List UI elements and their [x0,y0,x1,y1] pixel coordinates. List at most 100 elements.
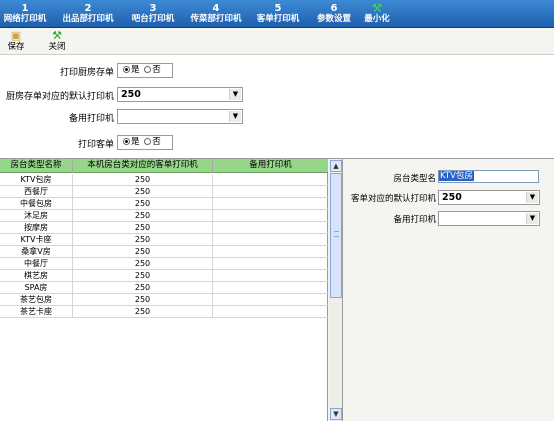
table-cell[interactable]: SPA房 [0,282,73,293]
chevron-down-icon[interactable]: ▼ [526,192,538,203]
table-cell[interactable]: 茶艺包房 [0,294,73,305]
chevron-down-icon[interactable]: ▼ [526,213,538,224]
chevron-down-icon[interactable]: ▼ [229,89,241,100]
radio-yes[interactable] [123,138,130,145]
tab-parameter-settings[interactable]: 6 参数设置 [311,0,357,28]
table-cell[interactable]: 250 [73,270,213,281]
table-row[interactable]: 中餐包房 250 [0,198,328,210]
tab-label: 吧台打印机 [131,14,175,24]
tab-production-printer[interactable]: 2 出品部打印机 [56,0,120,28]
radio-no-label: 否 [152,137,161,147]
tab-network-printer[interactable]: 1 网络打印机 [0,0,50,28]
table-cell[interactable] [213,306,328,317]
table-cell[interactable] [213,282,328,293]
kitchen-default-printer-select[interactable]: 250 ▼ [117,87,243,102]
tab-customer-printer[interactable]: 5 客单打印机 [250,0,306,28]
tab-label: 传菜部打印机 [190,14,242,24]
radio-yes-label: 是 [131,65,140,75]
table-cell[interactable]: 桑拿V房 [0,246,73,257]
room-type-name-value: KTV包房 [439,171,474,181]
table-cell[interactable]: 棋艺房 [0,270,73,281]
close-icon: ⚒ [52,29,62,42]
print-kitchen-label: 打印厨房存单 [59,68,114,78]
grid-scrollbar[interactable]: ▲ ▼ [329,159,343,421]
table-cell[interactable]: 250 [73,234,213,245]
table-cell[interactable]: 250 [73,186,213,197]
table-cell[interactable]: 250 [73,306,213,317]
select-value: 250 [442,192,462,203]
table-row[interactable]: 棋艺房 250 [0,270,328,282]
table-cell[interactable] [213,198,328,209]
scroll-thumb[interactable] [330,173,342,298]
table-cell[interactable] [213,258,328,269]
table-cell[interactable]: 茶艺卡座 [0,306,73,317]
table-cell[interactable] [213,210,328,221]
save-disk-icon: ▣ [10,29,22,42]
column-header[interactable]: 房台类型名称 [0,159,73,173]
table-cell[interactable]: 250 [73,210,213,221]
table-cell[interactable]: 250 [73,294,213,305]
table-cell[interactable]: 250 [73,174,213,185]
radio-no-label: 否 [152,65,161,75]
print-customer-label: 打印客单 [77,140,114,150]
table-cell[interactable]: 中餐包房 [0,198,73,209]
table-cell[interactable] [213,234,328,245]
table-cell[interactable]: 250 [73,258,213,269]
scroll-down-icon[interactable]: ▼ [330,408,342,420]
table-cell[interactable]: 250 [73,198,213,209]
table-cell[interactable]: 西餐厅 [0,186,73,197]
table-row[interactable]: KTV卡座 250 [0,234,328,246]
backup-printer-select[interactable]: ▼ [117,109,243,124]
table-cell[interactable]: 中餐厅 [0,258,73,269]
table-cell[interactable]: 250 [73,246,213,257]
table-cell[interactable] [213,294,328,305]
toolbar: ▣ 保存 ⚒ 关闭 [0,28,554,55]
table-row[interactable]: 西餐厅 250 [0,186,328,198]
tab-bar-printer[interactable]: 3 吧台打印机 [124,0,182,28]
chevron-down-icon[interactable]: ▼ [229,111,241,122]
save-button[interactable]: ▣ 保存 [3,30,29,53]
table-row[interactable]: 桑拿V房 250 [0,246,328,258]
tab-serving-printer[interactable]: 4 传菜部打印机 [184,0,248,28]
scroll-up-icon[interactable]: ▲ [330,160,342,172]
table-cell[interactable]: 按摩房 [0,222,73,233]
table-cell[interactable] [213,186,328,197]
table-cell[interactable] [213,246,328,257]
column-header[interactable]: 本机房台类对应的客单打印机 [73,159,213,173]
grid-header: 房台类型名称 本机房台类对应的客单打印机 备用打印机 [0,159,328,173]
table-cell[interactable]: KTV包房 [0,174,73,185]
radio-no[interactable] [144,138,152,145]
table-cell[interactable] [213,270,328,281]
tab-number: 4 [212,3,220,14]
table-row[interactable]: 沐足房 250 [0,210,328,222]
table-row[interactable]: 茶艺卡座 250 [0,306,328,318]
tab-number: 2 [84,3,92,14]
table-cell[interactable]: 250 [73,282,213,293]
customer-default-printer-select[interactable]: 250 ▼ [438,190,540,205]
table-row[interactable]: 中餐厅 250 [0,258,328,270]
tab-number: 5 [274,3,282,14]
table-row[interactable]: 按摩房 250 [0,222,328,234]
table-row[interactable]: 茶艺包房 250 [0,294,328,306]
column-header[interactable]: 备用打印机 [213,159,328,173]
room-type-name-input[interactable]: KTV包房 [438,170,539,183]
detail-backup-printer-select[interactable]: ▼ [438,211,540,226]
table-row[interactable]: SPA房 250 [0,282,328,294]
select-value: 250 [121,89,141,100]
table-cell[interactable] [213,222,328,233]
minimize-button[interactable]: ⚒ 最小化 [360,0,394,28]
table-cell[interactable] [213,174,328,185]
tab-label: 网络打印机 [3,14,47,24]
close-button[interactable]: ⚒ 关闭 [44,30,70,53]
tab-number: 3 [149,3,157,14]
radio-yes[interactable] [123,66,130,73]
tab-label: 客单打印机 [256,14,300,24]
save-label: 保存 [7,42,25,52]
table-row[interactable]: KTV包房 250 [0,174,328,186]
top-tab-bar: 1 网络打印机 2 出品部打印机 3 吧台打印机 4 传菜部打印机 5 客单打印… [0,0,554,28]
kitchen-default-printer-label: 厨房存单对应的默认打印机 [5,92,114,102]
radio-no[interactable] [144,66,152,73]
table-cell[interactable]: 250 [73,222,213,233]
table-cell[interactable]: 沐足房 [0,210,73,221]
table-cell[interactable]: KTV卡座 [0,234,73,245]
